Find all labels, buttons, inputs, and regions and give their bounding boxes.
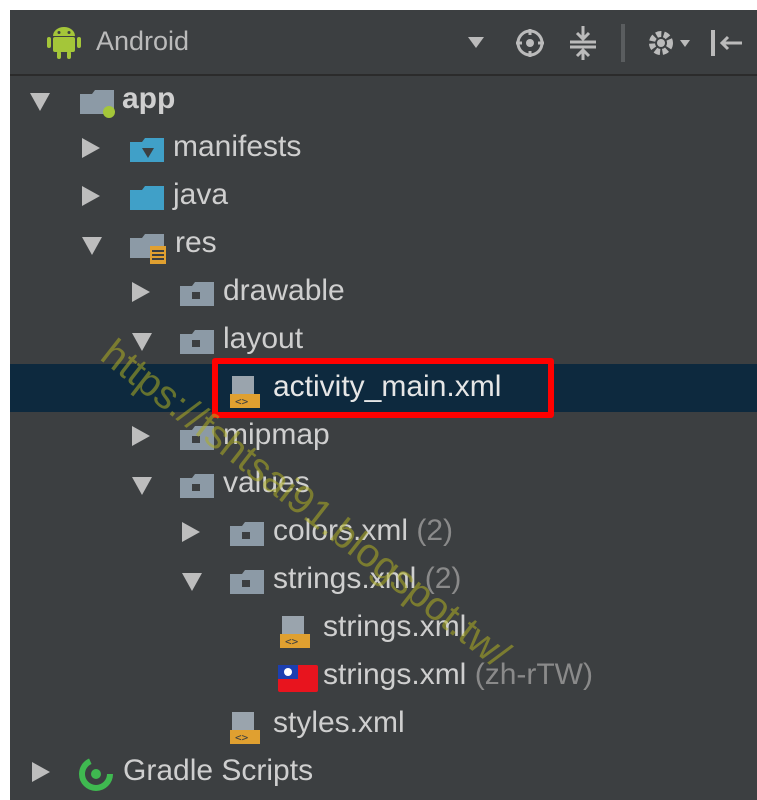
- hide-panel-icon[interactable]: [710, 28, 744, 63]
- collapse-arrow-icon[interactable]: [82, 186, 100, 206]
- panel-header: Android: [10, 10, 757, 76]
- gradle-icon: [78, 756, 114, 797]
- svg-text:<>: <>: [285, 635, 299, 648]
- view-mode-label[interactable]: Android: [96, 26, 189, 57]
- locate-icon[interactable]: [515, 28, 545, 63]
- tree-item-strings-group[interactable]: strings.xml (2): [10, 556, 757, 604]
- folder-icon: [178, 326, 218, 363]
- expand-arrow-icon[interactable]: [30, 93, 50, 111]
- tree-item-label: layout: [223, 322, 304, 355]
- settings-icon[interactable]: [646, 27, 690, 64]
- tree-item-label: manifests: [173, 130, 302, 163]
- resources-folder-icon: [128, 230, 172, 271]
- tree-item-label: styles.xml: [273, 706, 405, 739]
- manifests-folder-icon: [128, 134, 168, 171]
- highlight-box: [212, 358, 554, 418]
- tree-item-app[interactable]: app: [10, 76, 757, 124]
- collapse-arrow-icon[interactable]: [132, 426, 150, 446]
- dropdown-icon[interactable]: [468, 36, 484, 54]
- folder-icon: [228, 566, 268, 603]
- tree-item-drawable[interactable]: drawable: [10, 268, 757, 316]
- collapse-arrow-icon[interactable]: [32, 762, 50, 782]
- collapse-arrow-icon[interactable]: [82, 138, 100, 158]
- tree-item-gradle-scripts[interactable]: Gradle Scripts: [10, 748, 757, 796]
- tree-item-colors[interactable]: colors.xml (2): [10, 508, 757, 556]
- expand-arrow-icon[interactable]: [132, 477, 152, 495]
- source-folder-icon: [128, 182, 168, 219]
- project-panel: Android app manifests java res drawable …: [10, 10, 757, 800]
- tree-item-strings-zh-rtw[interactable]: strings.xml (zh-rTW): [10, 652, 757, 700]
- tree-item-label: colors.xml (2): [273, 514, 453, 548]
- collapse-all-icon[interactable]: [569, 26, 597, 65]
- expand-arrow-icon[interactable]: [132, 333, 152, 351]
- tree-item-label: java: [173, 178, 229, 211]
- folder-icon: [228, 518, 268, 555]
- tree-item-label: drawable: [223, 274, 345, 307]
- expand-arrow-icon[interactable]: [182, 573, 202, 591]
- file-name: strings.xml: [323, 658, 467, 691]
- tree-item-java[interactable]: java: [10, 172, 757, 220]
- folder-icon: [178, 422, 218, 459]
- folder-icon: [178, 470, 218, 507]
- file-name: colors.xml: [273, 514, 409, 547]
- xml-file-icon: <>: [278, 614, 318, 655]
- file-name: strings.xml: [273, 562, 417, 595]
- taiwan-flag-icon: [278, 662, 318, 699]
- file-count: (2): [424, 562, 462, 595]
- window-edge: [0, 10, 10, 800]
- collapse-arrow-icon[interactable]: [132, 282, 150, 302]
- file-count: (2): [416, 514, 454, 547]
- tree-item-label: strings.xml (zh-rTW): [323, 658, 593, 692]
- tree-item-label: mipmap: [223, 418, 330, 451]
- xml-file-icon: <>: [228, 710, 268, 751]
- folder-icon: [178, 278, 218, 315]
- tree-item-res[interactable]: res: [10, 220, 757, 268]
- expand-arrow-icon[interactable]: [82, 237, 102, 255]
- tree-item-label: strings.xml: [323, 610, 467, 643]
- collapse-arrow-icon[interactable]: [182, 522, 200, 542]
- android-icon: [46, 24, 82, 65]
- tree-item-strings[interactable]: <> strings.xml: [10, 604, 757, 652]
- tree-item-label: Gradle Scripts: [123, 754, 314, 787]
- tree-item-values[interactable]: values: [10, 460, 757, 508]
- tree-item-manifests[interactable]: manifests: [10, 124, 757, 172]
- tree-item-label: res: [175, 226, 217, 259]
- toolbar-separator: [621, 24, 625, 62]
- tree-item-label: strings.xml (2): [273, 562, 461, 596]
- tree-item-label: app: [122, 82, 176, 115]
- tree-item-mipmap[interactable]: mipmap: [10, 412, 757, 460]
- module-folder-icon: [78, 86, 118, 123]
- svg-text:<>: <>: [235, 731, 249, 744]
- locale-qualifier: (zh-rTW): [474, 658, 593, 691]
- tree-item-label: values: [223, 466, 310, 499]
- project-tree: app manifests java res drawable layout <…: [10, 76, 757, 800]
- tree-item-styles[interactable]: <> styles.xml: [10, 700, 757, 748]
- tree-item-layout[interactable]: layout: [10, 316, 757, 364]
